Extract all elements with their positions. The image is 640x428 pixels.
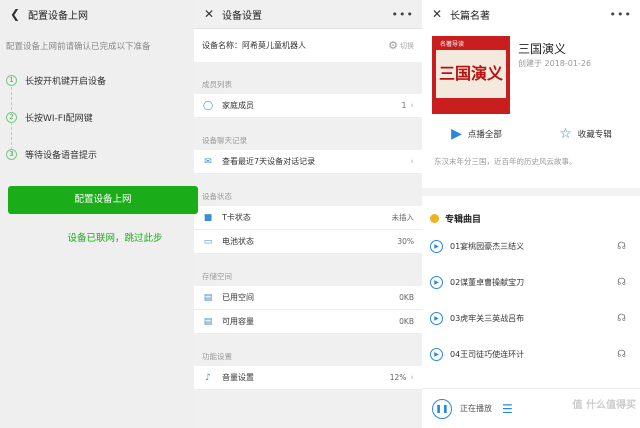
gear-icon[interactable]: ⚙ [388,39,398,52]
used-space-row: ▤ 已用空间 0KB [194,286,422,310]
family-member-label: 家庭成员 [222,101,254,110]
step-label: 等待设备语音提示 [25,151,98,161]
storage-icon: ▤ [203,292,213,303]
headphones-icon[interactable]: ☊ [617,277,626,288]
album-title: 三国演义 [518,42,567,56]
section-divider [422,188,640,196]
album-cover-art: 三国演义 [436,50,506,98]
track-item[interactable]: ▶ 04王司徒巧使连环计 ☊ [430,344,640,364]
track-title: 02谋董卓曹操献宝刀 [450,277,525,287]
configure-network-button[interactable]: 配置设备上网 [8,186,198,214]
track-title: 04王司徒巧使连环计 [450,349,525,359]
tracks-heading-label: 专辑曲目 [445,215,482,225]
more-icon[interactable]: ••• [610,8,632,21]
volume-icon: ♪ [205,372,211,383]
user-icon: ◯ [202,100,214,111]
step-label: 长按WI-FI配网键 [25,114,93,124]
track-title: 01宴桃园豪杰三结义 [450,241,525,251]
skip-step-link[interactable]: 设备已联网，跳过此步 [0,230,230,244]
play-icon[interactable]: ▶ [430,275,443,289]
track-item[interactable]: ▶ 03虎牢关三英战吕布 ☊ [430,308,640,328]
device-name-label: 设备名称：阿希莫儿童机器人 [202,41,306,50]
track-item[interactable]: ▶ 01宴桃园豪杰三结义 ☊ [430,236,640,256]
tracks-heading: 专辑曲目 [430,212,481,225]
collect-album-button[interactable]: ☆ 收藏专辑 [531,126,640,142]
setup-title: 配置设备上网 [28,10,88,22]
used-space-label: 已用空间 [222,293,254,302]
track-item[interactable]: ▶ 02谋董卓曹操献宝刀 ☊ [430,272,640,292]
family-member-count: 1 [401,101,407,110]
playlist-icon[interactable]: ☰ [502,402,513,416]
chat-history-label: 查看最近7天设备对话记录 [222,157,316,166]
available-space-value: 0KB [399,317,414,326]
tcard-value: 未插入 [391,213,415,222]
setup-steps: 1 长按开机键开启设备 2 长按WI-FI配网键 3 等待设备语音提示 [0,62,194,173]
status-section-label: 设备状态 [202,192,232,201]
volume-value: 12% [389,373,407,382]
chevron-right-icon: › [410,372,414,383]
headphones-icon[interactable]: ☊ [617,349,626,360]
back-icon[interactable]: ❮ [8,7,22,21]
setup-step: 1 长按开机键开启设备 [6,62,194,99]
album-screen-title: 长篇名著 [450,10,490,22]
disc-icon [430,214,439,223]
settings-title: 设备设置 [222,10,262,22]
album-cover: 名著导读 三国演义 [432,36,510,114]
chevron-right-icon: › [410,100,414,111]
close-icon[interactable]: ✕ [430,7,444,21]
play-circle-icon: ▶ [451,126,462,142]
album-topbar: ✕ 长篇名著 ••• [422,0,640,28]
album-screen: ✕ 长篇名著 ••• 名著导读 三国演义 三国演义 创建于 2018-01-26… [422,0,640,428]
setup-intro: 配置设备上网前请确认已完成以下准备 [6,42,151,52]
settings-screen: ✕ 设备设置 ••• 设备名称：阿希莫儿童机器人 ⚙ 切换 成员列表 ◯ 家庭成… [194,0,422,428]
chat-section-label: 设备聊天记录 [202,136,247,145]
used-space-value: 0KB [399,293,414,302]
close-icon[interactable]: ✕ [202,7,216,21]
star-icon: ☆ [559,126,572,142]
storage-icon: ▤ [203,316,213,327]
setup-step: 3 等待设备语音提示 [6,136,194,173]
available-space-row: ▤ 可用容量 0KB [194,310,422,334]
members-section-label: 成员列表 [202,80,232,89]
now-playing-label: 正在播放 [460,404,492,413]
chevron-right-icon: › [410,156,414,167]
available-space-label: 可用容量 [222,317,254,326]
step-number-icon: 1 [6,75,17,86]
album-created-date: 创建于 2018-01-26 [518,59,592,68]
pause-icon[interactable]: ❚❚ [432,398,452,419]
play-icon[interactable]: ▶ [430,347,443,361]
play-all-label: 点播全部 [467,130,502,140]
play-all-button[interactable]: ▶ 点播全部 [422,126,531,142]
play-icon[interactable]: ▶ [430,239,443,253]
tcard-label: T卡状态 [222,213,251,222]
album-description: 东汉末年分三国，近百年的历史风云故事。 [434,157,577,166]
volume-label: 音量设置 [222,373,254,382]
album-actions: ▶ 点播全部 ☆ 收藏专辑 [422,126,640,142]
track-title: 03虎牢关三英战吕布 [450,313,525,323]
more-icon[interactable]: ••• [392,8,414,21]
album-cover-tag: 名著导读 [440,41,465,48]
headphones-icon[interactable]: ☊ [617,241,626,252]
play-icon[interactable]: ▶ [430,311,443,325]
storage-section-label: 存储空间 [202,272,232,281]
steps-connector [11,87,12,155]
volume-row[interactable]: ♪ 音量设置 12% › [194,366,422,390]
chat-icon: ✉ [204,156,212,167]
watermark: 值 什么值得买 [572,400,636,411]
function-section-label: 功能设置 [202,352,232,361]
device-name-row: 设备名称：阿希莫儿童机器人 ⚙ 切换 [194,28,422,62]
step-label: 长按开机键开启设备 [25,77,107,87]
family-member-row[interactable]: ◯ 家庭成员 1 › [194,94,422,118]
headphones-icon[interactable]: ☊ [617,313,626,324]
setup-topbar: ❮ 配置设备上网 [0,0,194,28]
battery-value: 30% [397,237,414,246]
sd-card-icon: ■ [203,212,213,223]
collect-label: 收藏专辑 [577,130,612,140]
switch-device-button[interactable]: 切换 [400,41,414,51]
chat-history-row[interactable]: ✉ 查看最近7天设备对话记录 › [194,150,422,174]
setup-screen: ❮ 配置设备上网 配置设备上网前请确认已完成以下准备 1 长按开机键开启设备 2… [0,0,194,428]
settings-topbar: ✕ 设备设置 ••• [194,0,422,28]
tcard-row: ■ T卡状态 未插入 [194,206,422,230]
setup-step: 2 长按WI-FI配网键 [6,99,194,136]
